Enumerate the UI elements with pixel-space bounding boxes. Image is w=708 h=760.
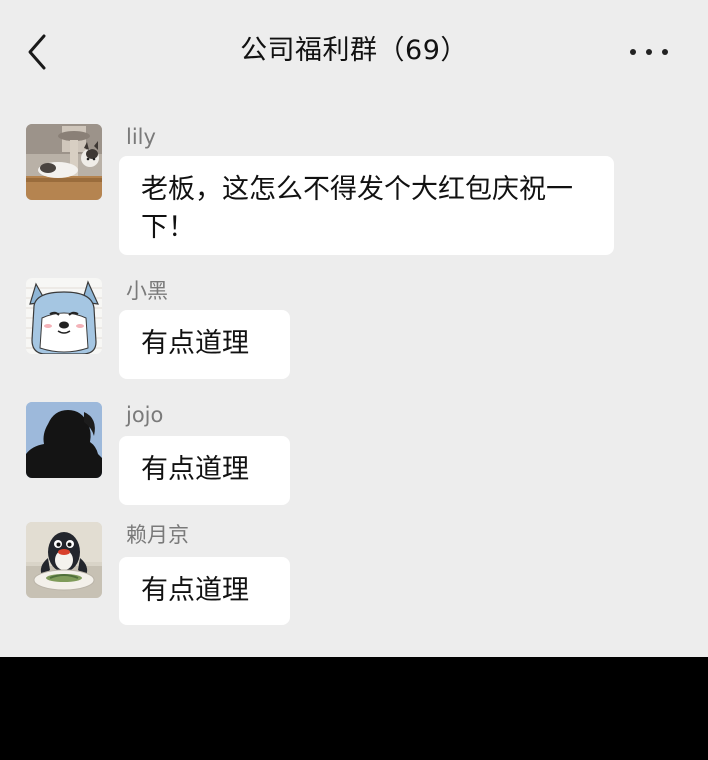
cat-avatar[interactable] (26, 124, 102, 200)
more-button[interactable] (630, 42, 672, 62)
message-bubble[interactable]: 有点道理 (119, 557, 290, 625)
dog-avatar[interactable] (26, 278, 102, 354)
page-title: 公司福利群（69） (240, 35, 468, 66)
more-dots-icon (630, 49, 636, 55)
sender-name: jojo (126, 403, 164, 427)
message-bubble[interactable]: 有点道理 (119, 436, 290, 505)
silhouette-avatar[interactable] (26, 402, 102, 478)
message-bubble[interactable]: 老板，这怎么不得发个大红包庆祝一下！ (119, 156, 614, 255)
penguin-avatar[interactable] (26, 522, 102, 598)
sender-name: lily (126, 125, 156, 149)
chat-header: 公司福利群（69） (0, 0, 708, 98)
chat-screen: 公司福利群（69） lily 老板，这怎么不得发个大红包庆祝一下！ 小黑 有点道… (0, 0, 708, 657)
message-item: 赖月京 有点道理 (0, 522, 708, 626)
message-item: jojo 有点道理 (0, 402, 708, 505)
sender-name: 小黑 (126, 279, 168, 303)
message-item: lily 老板，这怎么不得发个大红包庆祝一下！ (0, 124, 708, 256)
message-bubble[interactable]: 有点道理 (119, 310, 290, 379)
sender-name: 赖月京 (126, 523, 189, 547)
bottom-bar (0, 657, 708, 760)
message-item: 小黑 有点道理 (0, 278, 708, 380)
